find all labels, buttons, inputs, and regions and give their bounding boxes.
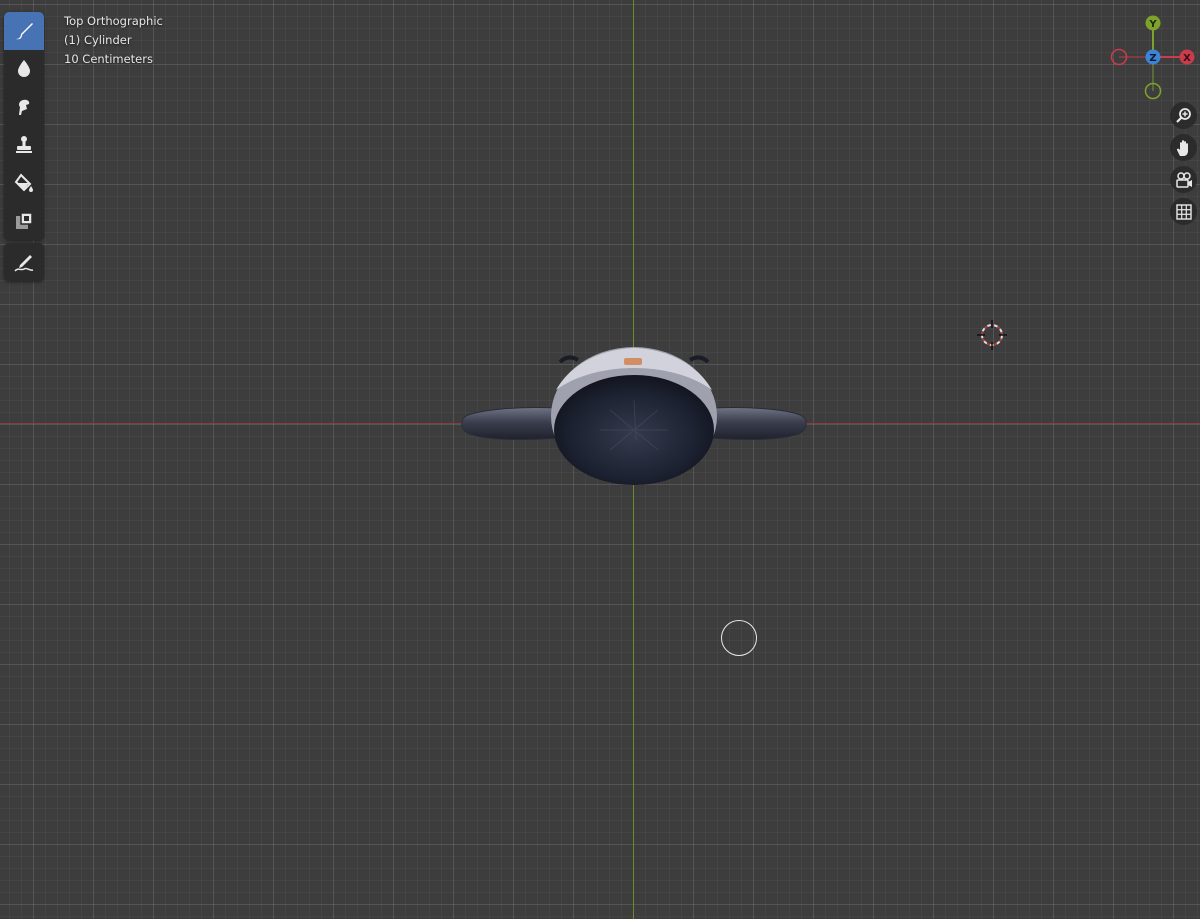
3d-viewport[interactable] [0, 0, 1200, 919]
annotate-icon [14, 255, 34, 272]
blur-drop-icon [18, 60, 30, 77]
draw-brush-icon [16, 23, 33, 40]
z-axis-label: Z [1149, 53, 1156, 64]
pan-hand-icon [1176, 139, 1188, 156]
navigation-gizmo[interactable]: X Y Z [1108, 10, 1200, 106]
y-axis-label: Y [1148, 19, 1157, 30]
x-axis-label: X [1183, 53, 1191, 64]
zoom-icon [1175, 107, 1191, 123]
tool-shelf [4, 12, 44, 240]
3d-cursor-icon[interactable] [977, 320, 1007, 350]
grid-scale: 10 Centimeters [64, 52, 153, 66]
view-name: Top Orthographic [64, 14, 163, 28]
soften-tool-button[interactable] [4, 50, 44, 88]
brush-cursor-circle [721, 620, 757, 656]
mask-icon [16, 212, 33, 229]
clone-tool-button[interactable] [4, 126, 44, 164]
mask-tool-button[interactable] [4, 202, 44, 240]
camera-view-button[interactable] [1170, 166, 1197, 193]
viewport-info: Top Orthographic (1) Cylinder 10 Centime… [64, 12, 163, 69]
fill-bucket-icon [14, 173, 33, 192]
pan-button[interactable] [1170, 134, 1197, 161]
fill-tool-button[interactable] [4, 164, 44, 202]
ortho-grid-icon [1175, 203, 1192, 220]
cylinder-model[interactable] [460, 340, 810, 490]
clone-stamp-icon [16, 136, 32, 153]
smear-tool-button[interactable] [4, 88, 44, 126]
zoom-button[interactable] [1170, 102, 1197, 129]
camera-view-icon [1175, 171, 1192, 188]
annotate-tool-shelf [4, 243, 44, 281]
ortho-toggle-button[interactable] [1170, 198, 1197, 225]
object-name: (1) Cylinder [64, 33, 132, 47]
annotate-tool-button[interactable] [4, 243, 44, 281]
draw-tool-button[interactable] [4, 12, 44, 50]
smear-icon [19, 99, 30, 115]
